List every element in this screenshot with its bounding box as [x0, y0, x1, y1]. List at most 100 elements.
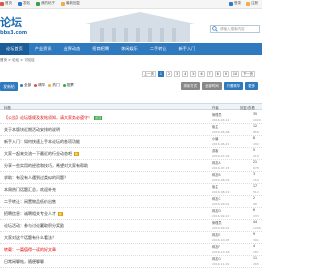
nav-item[interactable]: 休闲娱乐: [115, 43, 144, 55]
thread-reply-count: 2: [253, 196, 256, 200]
thread-author-link[interactable]: 网友D: [212, 208, 221, 213]
thread-row: 【公告】论坛版规及发帖须知，请大家务必遵守！ 置顶 管理员 2016-03-12 35 1…: [0, 112, 262, 124]
login-link[interactable]: 登录: [229, 1, 241, 6]
nav-item[interactable]: 产业资讯: [29, 43, 58, 55]
thread-row: 二手转让：闲置物品低价出售 网友C 2016-09-01 2 98: [0, 196, 262, 208]
site-logo[interactable]: 论坛 bbs3.com: [0, 14, 34, 40]
page-number[interactable]: 9: [222, 71, 229, 77]
thread-title-link[interactable]: 【公告】论坛版规及发帖须知，请大家务必遵守！ 置顶: [4, 115, 103, 121]
top-link[interactable]: 我的帖子: [36, 1, 55, 6]
thread-reply-count: 3: [253, 172, 256, 176]
filter-dot-icon: [20, 84, 23, 87]
page-number[interactable]: 5: [190, 71, 197, 77]
thread-title-text: 日常闲聊帖，随便聊聊: [4, 259, 44, 264]
thread-row: 分享一些实用的经验和技巧，希望对大家有帮助 网友A 2016-07-15 21 678: [0, 160, 262, 172]
thread-view-count: 1024: [253, 118, 261, 122]
thread-date: 2016-07-15: [212, 166, 230, 170]
nav-item[interactable]: 招商招聘: [86, 43, 115, 55]
top-link-label: 发帖: [23, 1, 30, 5]
thread-title-link[interactable]: 关于本版块近期活动安排的说明: [4, 127, 60, 133]
nav-item[interactable]: 二手转让: [144, 43, 173, 55]
filter-tab[interactable]: 全部: [20, 83, 31, 88]
filter-tab-label: 投票: [66, 83, 74, 87]
thread-row: 新手入门：如何快速上手本论坛的各项功能 小编 2016-06-21 8 432: [0, 136, 262, 148]
filter-dot-icon: [62, 84, 66, 87]
nav-item[interactable]: 新手入门: [173, 43, 202, 55]
nav-item[interactable]: 业界动态: [58, 43, 87, 55]
breadcrumb[interactable]: 首页 > 论坛 > 讨论区: [0, 58, 35, 63]
filter-tab[interactable]: 精华: [34, 83, 45, 88]
thread-author-link[interactable]: 网友B: [212, 172, 221, 177]
thread-author-link[interactable]: 网友E: [212, 232, 220, 237]
page-number[interactable]: 7: [206, 71, 213, 77]
top-link[interactable]: 最新回复: [61, 1, 80, 6]
sort-button[interactable]: 只看精华: [223, 82, 244, 90]
page-number[interactable]: 8: [214, 71, 221, 77]
thread-date: 2016-10-05: [212, 238, 230, 242]
page-number[interactable]: 2: [166, 71, 173, 77]
filter-tab[interactable]: 热门: [48, 83, 60, 88]
top-link-label: 最新回复: [66, 1, 80, 5]
thread-author-link[interactable]: 版主: [212, 124, 218, 129]
thread-title-link[interactable]: 本周热门话题汇总，欢迎补充: [4, 187, 56, 193]
thread-author-link[interactable]: 管理员: [212, 220, 222, 225]
header-building-illustration: [85, 12, 195, 42]
search-box[interactable]: 请输入搜索内容: [210, 25, 260, 33]
prev-page-button[interactable]: 上一页: [142, 71, 156, 77]
sort-button[interactable]: 更多: [245, 82, 258, 90]
thread-badge: 置顶: [94, 116, 103, 120]
page-number[interactable]: 10: [230, 71, 240, 77]
thread-view-count: 301: [253, 238, 259, 242]
thread-title-link[interactable]: 大家对这个话题有什么看法？: [4, 235, 56, 241]
thread-title-link[interactable]: 转载：一篇值得一读的好文章: [4, 247, 56, 253]
thread-title-link[interactable]: 招聘信息：诚聘相关专业人才新: [4, 211, 64, 217]
top-link-icon: [36, 1, 40, 6]
filter-tab[interactable]: 投票: [62, 83, 74, 88]
thread-date: 2016-07-02: [212, 154, 230, 158]
thread-title-link[interactable]: 分享一些实用的经验和技巧，希望对大家有帮助: [4, 163, 88, 169]
top-link[interactable]: 首页: [0, 1, 12, 6]
top-left-links: 首页 发帖 我的帖子 最新回复: [0, 1, 80, 6]
thread-title-link[interactable]: 求助：有没有人遇到过类似的问题？: [4, 175, 68, 181]
thread-title-text: 大家一起来交流一下最近的行业动态吧: [4, 151, 72, 156]
thread-title-link[interactable]: 大家一起来交流一下最近的行业动态吧新: [4, 151, 80, 157]
thread-title-link[interactable]: 新手入门：如何快速上手本论坛的各项功能: [4, 139, 80, 145]
thread-author-link[interactable]: 网友C: [212, 196, 221, 201]
thread-title-text: 转载：一篇值得一读的好文章: [4, 247, 56, 252]
search-input[interactable]: 请输入搜索内容: [220, 27, 245, 32]
top-right-label: 注册: [251, 1, 258, 5]
page-number[interactable]: 1: [157, 71, 164, 77]
thread-table-header: 标题 作者 回复/查看: [0, 103, 262, 110]
thread-title-link[interactable]: 二手转让：闲置物品低价出售: [4, 199, 56, 205]
top-link[interactable]: 发帖: [18, 1, 30, 6]
thread-date: 2016-03-12: [212, 118, 230, 122]
register-link[interactable]: 注册: [246, 1, 258, 6]
thread-row: 本周热门话题汇总，欢迎补充 版主 2016-08-19 17 512: [0, 184, 262, 196]
filter-tab-label: 热门: [52, 83, 60, 87]
page-number[interactable]: 3: [174, 71, 181, 77]
thread-author-link[interactable]: 游客: [212, 148, 218, 153]
sort-button[interactable]: 排序方式: [180, 82, 201, 90]
page-number[interactable]: 6: [198, 71, 205, 77]
thread-title-link[interactable]: 论坛活动：参与讨论赢取积分奖励: [4, 223, 64, 229]
thread-author-link[interactable]: 网友F: [212, 244, 220, 249]
sort-button[interactable]: 全部时间: [202, 82, 222, 90]
thread-author-link[interactable]: 版主: [212, 184, 218, 189]
new-post-button[interactable]: 发新帖: [0, 82, 18, 91]
thread-title-link[interactable]: 日常闲聊帖，随便聊聊: [4, 259, 44, 265]
search-icon[interactable]: [212, 26, 218, 32]
thread-author-link[interactable]: 网友G: [212, 256, 221, 261]
thread-row: 求助：有没有人遇到过类似的问题？ 网友B 2016-08-03 3 154: [0, 172, 262, 184]
page-number[interactable]: 4: [182, 71, 189, 77]
thread-author-link[interactable]: 小编: [212, 136, 218, 141]
sort-buttons: 排序方式 全部时间 只看精华 更多: [180, 82, 258, 90]
thread-author-link[interactable]: 网友A: [212, 160, 221, 165]
nav-item[interactable]: 论坛首页: [0, 43, 29, 55]
thread-author-link[interactable]: 管理员: [212, 112, 222, 117]
top-link-icon: [18, 1, 22, 6]
thread-row: 关于本版块近期活动安排的说明 版主 2016-05-08 12 856: [0, 124, 262, 136]
next-page-button[interactable]: 下一页: [241, 71, 255, 77]
thread-row: 转载：一篇值得一读的好文章 网友F 2016-10-18 4 187: [0, 244, 262, 256]
thread-title-text: 【公告】论坛版规及发帖须知，请大家务必遵守！: [4, 115, 92, 120]
thread-date: 2016-06-21: [212, 142, 230, 146]
